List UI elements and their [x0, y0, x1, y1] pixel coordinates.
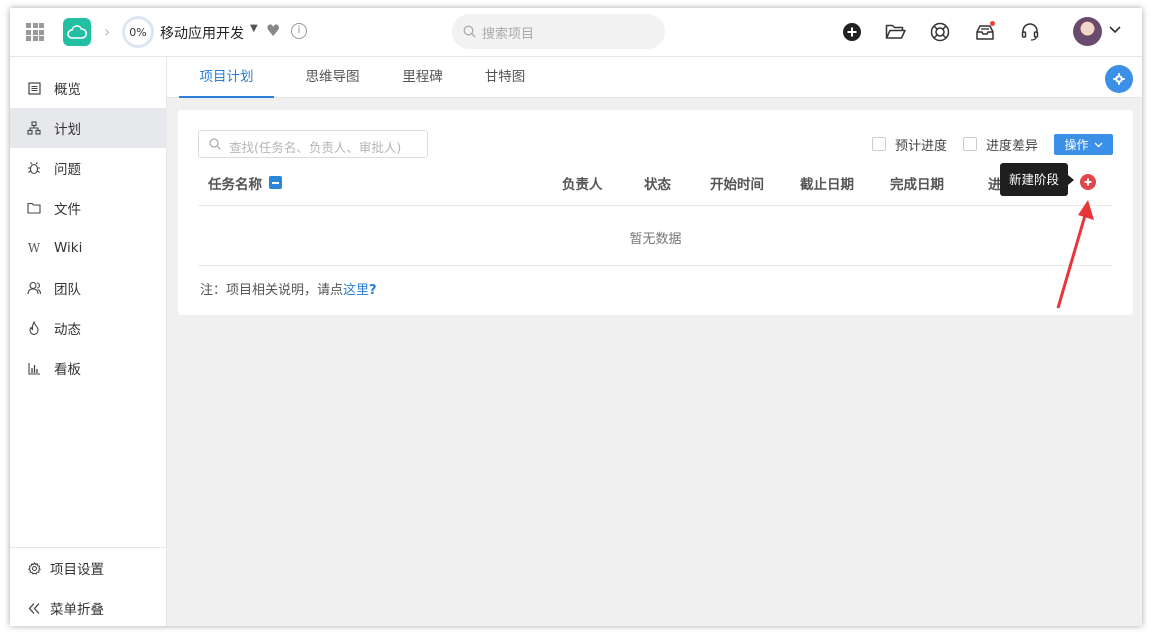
folder-icon: [27, 201, 41, 215]
sidebar-item-issues[interactable]: 问题: [10, 148, 167, 188]
heart-icon[interactable]: ♥: [266, 21, 280, 40]
empty-state-text: 暂无数据: [629, 232, 682, 247]
gear-icon: [1113, 73, 1125, 85]
sidebar-item-team[interactable]: 团队: [10, 268, 167, 308]
tab-project-plan[interactable]: 项目计划: [179, 57, 274, 98]
project-name[interactable]: 移动应用开发: [160, 23, 244, 43]
chevron-down-icon: [1094, 142, 1102, 148]
bug-icon: [27, 161, 41, 175]
note-help-link[interactable]: ?: [369, 283, 377, 298]
new-stage-tooltip: 新建阶段: [1000, 163, 1074, 196]
sidebar-item-label: 团队: [54, 282, 81, 298]
task-search-placeholder: 查找(任务名、负责人、审批人): [229, 140, 402, 155]
sidebar-item-plan[interactable]: 计划: [10, 108, 167, 148]
sidebar-item-label: 概览: [54, 82, 81, 98]
annotation-arrow: [1056, 200, 1094, 309]
team-icon: [27, 281, 41, 295]
inbox-icon[interactable]: [973, 20, 997, 44]
task-search-input[interactable]: 查找(任务名、负责人、审批人): [198, 130, 428, 158]
project-progress-ring: 0%: [122, 16, 154, 48]
folder-open-icon[interactable]: [884, 20, 908, 44]
note-link[interactable]: 这里: [343, 283, 369, 298]
project-note: 注：项目相关说明，请点这里?: [200, 279, 377, 298]
help-lifebuoy-icon[interactable]: [928, 20, 952, 44]
user-avatar[interactable]: [1073, 17, 1102, 46]
sidebar: 概览 计划 问题 文件 W Wiki 团队 动态 看板 项目设置 菜单折叠: [10, 57, 167, 626]
info-icon[interactable]: i: [291, 23, 307, 39]
sidebar-item-label: 文件: [54, 202, 81, 218]
search-icon: [209, 138, 221, 150]
sidebar-item-board[interactable]: 看板: [10, 348, 167, 388]
column-header-status: 状态: [644, 177, 671, 193]
column-header-due-date: 截止日期: [800, 177, 854, 193]
app-logo[interactable]: [63, 18, 91, 46]
flame-icon: [27, 321, 41, 335]
sidebar-item-files[interactable]: 文件: [10, 188, 167, 228]
collapse-menu-label: 菜单折叠: [50, 602, 104, 618]
sidebar-item-label: 计划: [54, 122, 81, 138]
tab-milestones[interactable]: 里程碑: [380, 57, 465, 98]
collapse-menu-button[interactable]: 菜单折叠: [10, 588, 167, 626]
overview-icon: [27, 81, 41, 95]
table-divider: [198, 265, 1113, 266]
progress-diff-checkbox[interactable]: [963, 137, 977, 151]
table-divider: [198, 205, 1113, 206]
top-bar: › 0% 移动应用开发 ▼ ♥ i 搜索项目: [10, 8, 1142, 57]
progress-diff-label: 进度差异: [986, 139, 1039, 154]
plan-tabs: 项目计划 思维导图 里程碑 甘特图: [167, 57, 1142, 98]
project-settings-button[interactable]: 项目设置: [10, 548, 167, 588]
operate-dropdown-button[interactable]: 操作: [1054, 134, 1113, 155]
plan-card: 查找(任务名、负责人、审批人) 预计进度 进度差异 操作 任务名称 负责人 状态…: [178, 110, 1133, 315]
sidebar-footer: 项目设置 菜单折叠: [10, 547, 167, 618]
column-header-task-name[interactable]: 任务名称: [208, 173, 262, 193]
column-header-owner: 负责人: [562, 177, 603, 193]
sidebar-item-label: Wiki: [54, 240, 83, 256]
expected-progress-label: 预计进度: [895, 139, 948, 154]
apps-grid-icon[interactable]: [26, 23, 44, 41]
plus-icon: [1084, 178, 1092, 186]
chevron-down-icon[interactable]: [1108, 22, 1122, 40]
expected-progress-checkbox[interactable]: [872, 137, 886, 151]
caret-down-icon[interactable]: ▼: [250, 23, 258, 34]
headset-support-icon[interactable]: [1018, 20, 1042, 44]
project-search-placeholder: 搜索项目: [482, 27, 535, 42]
tab-gantt[interactable]: 甘特图: [465, 57, 545, 98]
column-header-finish-date: 完成日期: [890, 177, 944, 193]
column-header-start-time: 开始时间: [710, 177, 764, 193]
collapse-all-icon[interactable]: [269, 176, 282, 189]
search-icon: [463, 25, 476, 38]
note-prefix: 注：项目相关说明，请点: [200, 283, 344, 298]
double-chevron-left-icon: [27, 601, 41, 615]
breadcrumb-chevron-icon: ›: [104, 22, 111, 41]
sidebar-item-activity[interactable]: 动态: [10, 308, 167, 348]
bar-chart-icon: [27, 361, 41, 375]
sidebar-item-label: 看板: [54, 362, 81, 378]
sidebar-item-label: 问题: [54, 162, 81, 178]
project-progress-value: 0%: [129, 25, 147, 39]
add-stage-button[interactable]: [1080, 174, 1096, 190]
sidebar-item-wiki[interactable]: W Wiki: [10, 228, 167, 268]
tab-mind-map[interactable]: 思维导图: [285, 57, 380, 98]
settings-gear-button[interactable]: [1105, 65, 1133, 93]
wiki-icon: W: [27, 241, 41, 255]
plan-tree-icon: [27, 121, 41, 135]
sidebar-item-label: 动态: [54, 322, 81, 338]
gear-icon: [27, 561, 41, 575]
app-window: › 0% 移动应用开发 ▼ ♥ i 搜索项目 概览 计划 问题 文件 W Wik…: [10, 8, 1142, 626]
operate-label: 操作: [1064, 138, 1089, 152]
sidebar-item-overview[interactable]: 概览: [10, 68, 167, 108]
project-settings-label: 项目设置: [50, 562, 104, 578]
project-search[interactable]: 搜索项目: [452, 14, 665, 49]
add-circle-icon[interactable]: [840, 20, 864, 44]
